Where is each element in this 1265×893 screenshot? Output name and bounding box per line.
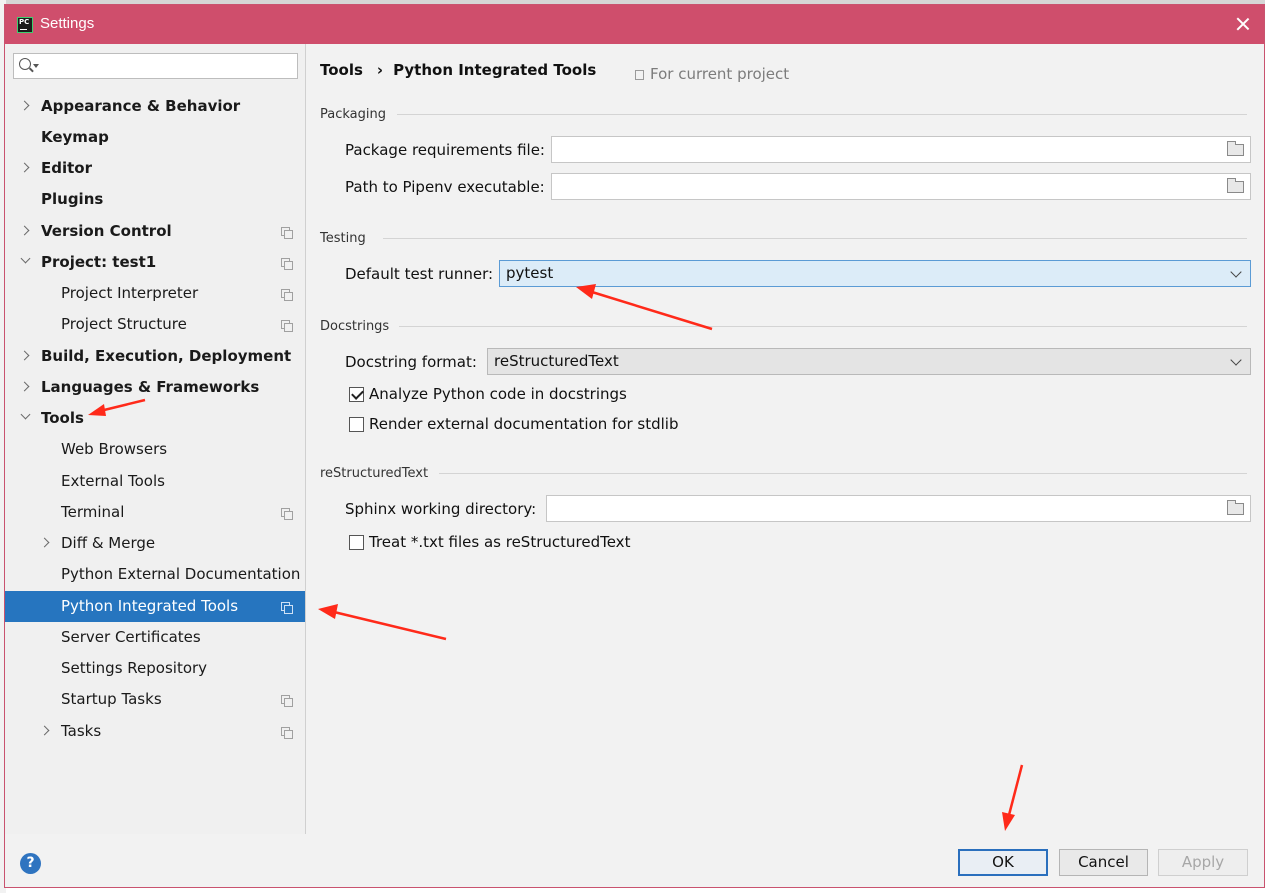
project-scope-icon (281, 227, 293, 239)
docstring-format-label: Docstring format: (345, 353, 477, 371)
docstring-format-select[interactable]: reStructuredText (487, 348, 1251, 375)
checkbox-unchecked[interactable] (349, 535, 364, 550)
chevron-right-icon[interactable] (19, 100, 30, 111)
project-scope-icon (281, 289, 293, 301)
window-title: Settings (40, 15, 95, 32)
project-scope-icon (281, 727, 293, 739)
sidebar-item-project-structure[interactable]: Project Structure (5, 309, 305, 340)
sidebar-item-settings-repository[interactable]: Settings Repository (5, 653, 305, 684)
settings-content: Tools › Python Integrated Tools For curren… (307, 44, 1262, 834)
sidebar-item-appearance[interactable]: Appearance & Behavior (5, 91, 305, 122)
pycharm-logo-icon: PC (17, 17, 33, 33)
folder-icon[interactable] (1227, 178, 1244, 193)
search-icon (19, 58, 31, 70)
project-scope-icon (281, 695, 293, 707)
sidebar-item-tools[interactable]: Tools (5, 403, 305, 434)
section-divider (399, 326, 1247, 327)
section-title-testing: Testing (320, 231, 366, 246)
chevron-down-icon[interactable] (33, 64, 39, 68)
apply-button[interactable]: Apply (1158, 849, 1248, 876)
sidebar-item-project[interactable]: Project: test1 (5, 247, 305, 278)
sphinx-dir-field[interactable] (546, 495, 1251, 522)
sidebar-item-plugins[interactable]: Plugins (5, 184, 305, 215)
breadcrumb-current: Python Integrated Tools (393, 61, 597, 79)
checkbox-unchecked[interactable] (349, 417, 364, 432)
chevron-right-icon[interactable] (19, 350, 30, 361)
section-title-packaging: Packaging (320, 107, 386, 122)
requirements-field[interactable] (551, 136, 1251, 163)
sidebar-item-tasks[interactable]: Tasks (5, 716, 305, 747)
folder-icon[interactable] (1227, 500, 1244, 515)
test-runner-label: Default test runner: (345, 265, 494, 283)
ok-button[interactable]: OK (958, 849, 1048, 876)
help-icon[interactable]: ? (20, 853, 41, 874)
cancel-button[interactable]: Cancel (1059, 849, 1148, 876)
project-scope-icon (635, 70, 644, 80)
breadcrumb-parent[interactable]: Tools (320, 61, 363, 79)
settings-window: PC Settings Appearance & Behavior Keymap… (4, 4, 1265, 888)
chevron-down-icon (1230, 354, 1242, 366)
section-divider (383, 238, 1247, 239)
close-icon[interactable] (1234, 15, 1252, 33)
sidebar-item-startup-tasks[interactable]: Startup Tasks (5, 684, 305, 715)
sidebar-item-external-tools[interactable]: External Tools (5, 466, 305, 497)
sidebar-item-editor[interactable]: Editor (5, 153, 305, 184)
title-bar: PC Settings (5, 5, 1264, 44)
chevron-down-icon[interactable] (20, 253, 31, 264)
project-scope-icon (281, 508, 293, 520)
sidebar-item-keymap[interactable]: Keymap (5, 122, 305, 153)
sidebar-item-python-integrated-tools[interactable]: Python Integrated Tools (5, 591, 305, 622)
settings-sidebar: Appearance & Behavior Keymap Editor Plug… (5, 44, 306, 834)
project-scope-icon (281, 320, 293, 332)
chevron-down-icon[interactable] (20, 409, 31, 420)
scope-hint: For current project (635, 65, 789, 83)
sidebar-item-languages[interactable]: Languages & Frameworks (5, 372, 305, 403)
project-scope-icon (281, 258, 293, 270)
sidebar-item-web-browsers[interactable]: Web Browsers (5, 434, 305, 465)
breadcrumb-separator: › (376, 61, 384, 79)
project-scope-icon (281, 602, 293, 614)
sidebar-item-project-interpreter[interactable]: Project Interpreter (5, 278, 305, 309)
sidebar-item-terminal[interactable]: Terminal (5, 497, 305, 528)
section-divider (439, 473, 1247, 474)
chevron-right-icon[interactable] (19, 381, 30, 392)
pipenv-field[interactable] (551, 173, 1251, 200)
chevron-right-icon[interactable] (39, 725, 50, 736)
chevron-down-icon (1230, 266, 1242, 278)
sidebar-item-server-certificates[interactable]: Server Certificates (5, 622, 305, 653)
chevron-right-icon[interactable] (19, 162, 30, 173)
sidebar-item-python-external-docs[interactable]: Python External Documentation (5, 559, 305, 590)
pipenv-label: Path to Pipenv executable: (345, 178, 545, 196)
sidebar-item-build[interactable]: Build, Execution, Deployment (5, 341, 305, 372)
sidebar-item-diff-merge[interactable]: Diff & Merge (5, 528, 305, 559)
folder-icon[interactable] (1227, 141, 1244, 156)
chevron-right-icon[interactable] (19, 225, 30, 236)
dialog-footer: ? OK Cancel Apply (5, 834, 1264, 887)
sphinx-dir-label: Sphinx working directory: (345, 500, 537, 518)
test-runner-select[interactable]: pytest (499, 260, 1251, 287)
sidebar-item-version-control[interactable]: Version Control (5, 216, 305, 247)
breadcrumb: Tools › Python Integrated Tools (320, 61, 596, 79)
section-title-docstrings: Docstrings (320, 319, 390, 334)
search-input[interactable] (42, 56, 292, 76)
checkbox-checked[interactable] (349, 387, 364, 402)
section-divider (397, 114, 1247, 115)
section-title-restructuredtext: reStructuredText (320, 466, 429, 481)
search-box[interactable] (13, 53, 298, 79)
chevron-right-icon[interactable] (39, 537, 50, 548)
requirements-label: Package requirements file: (345, 141, 545, 159)
